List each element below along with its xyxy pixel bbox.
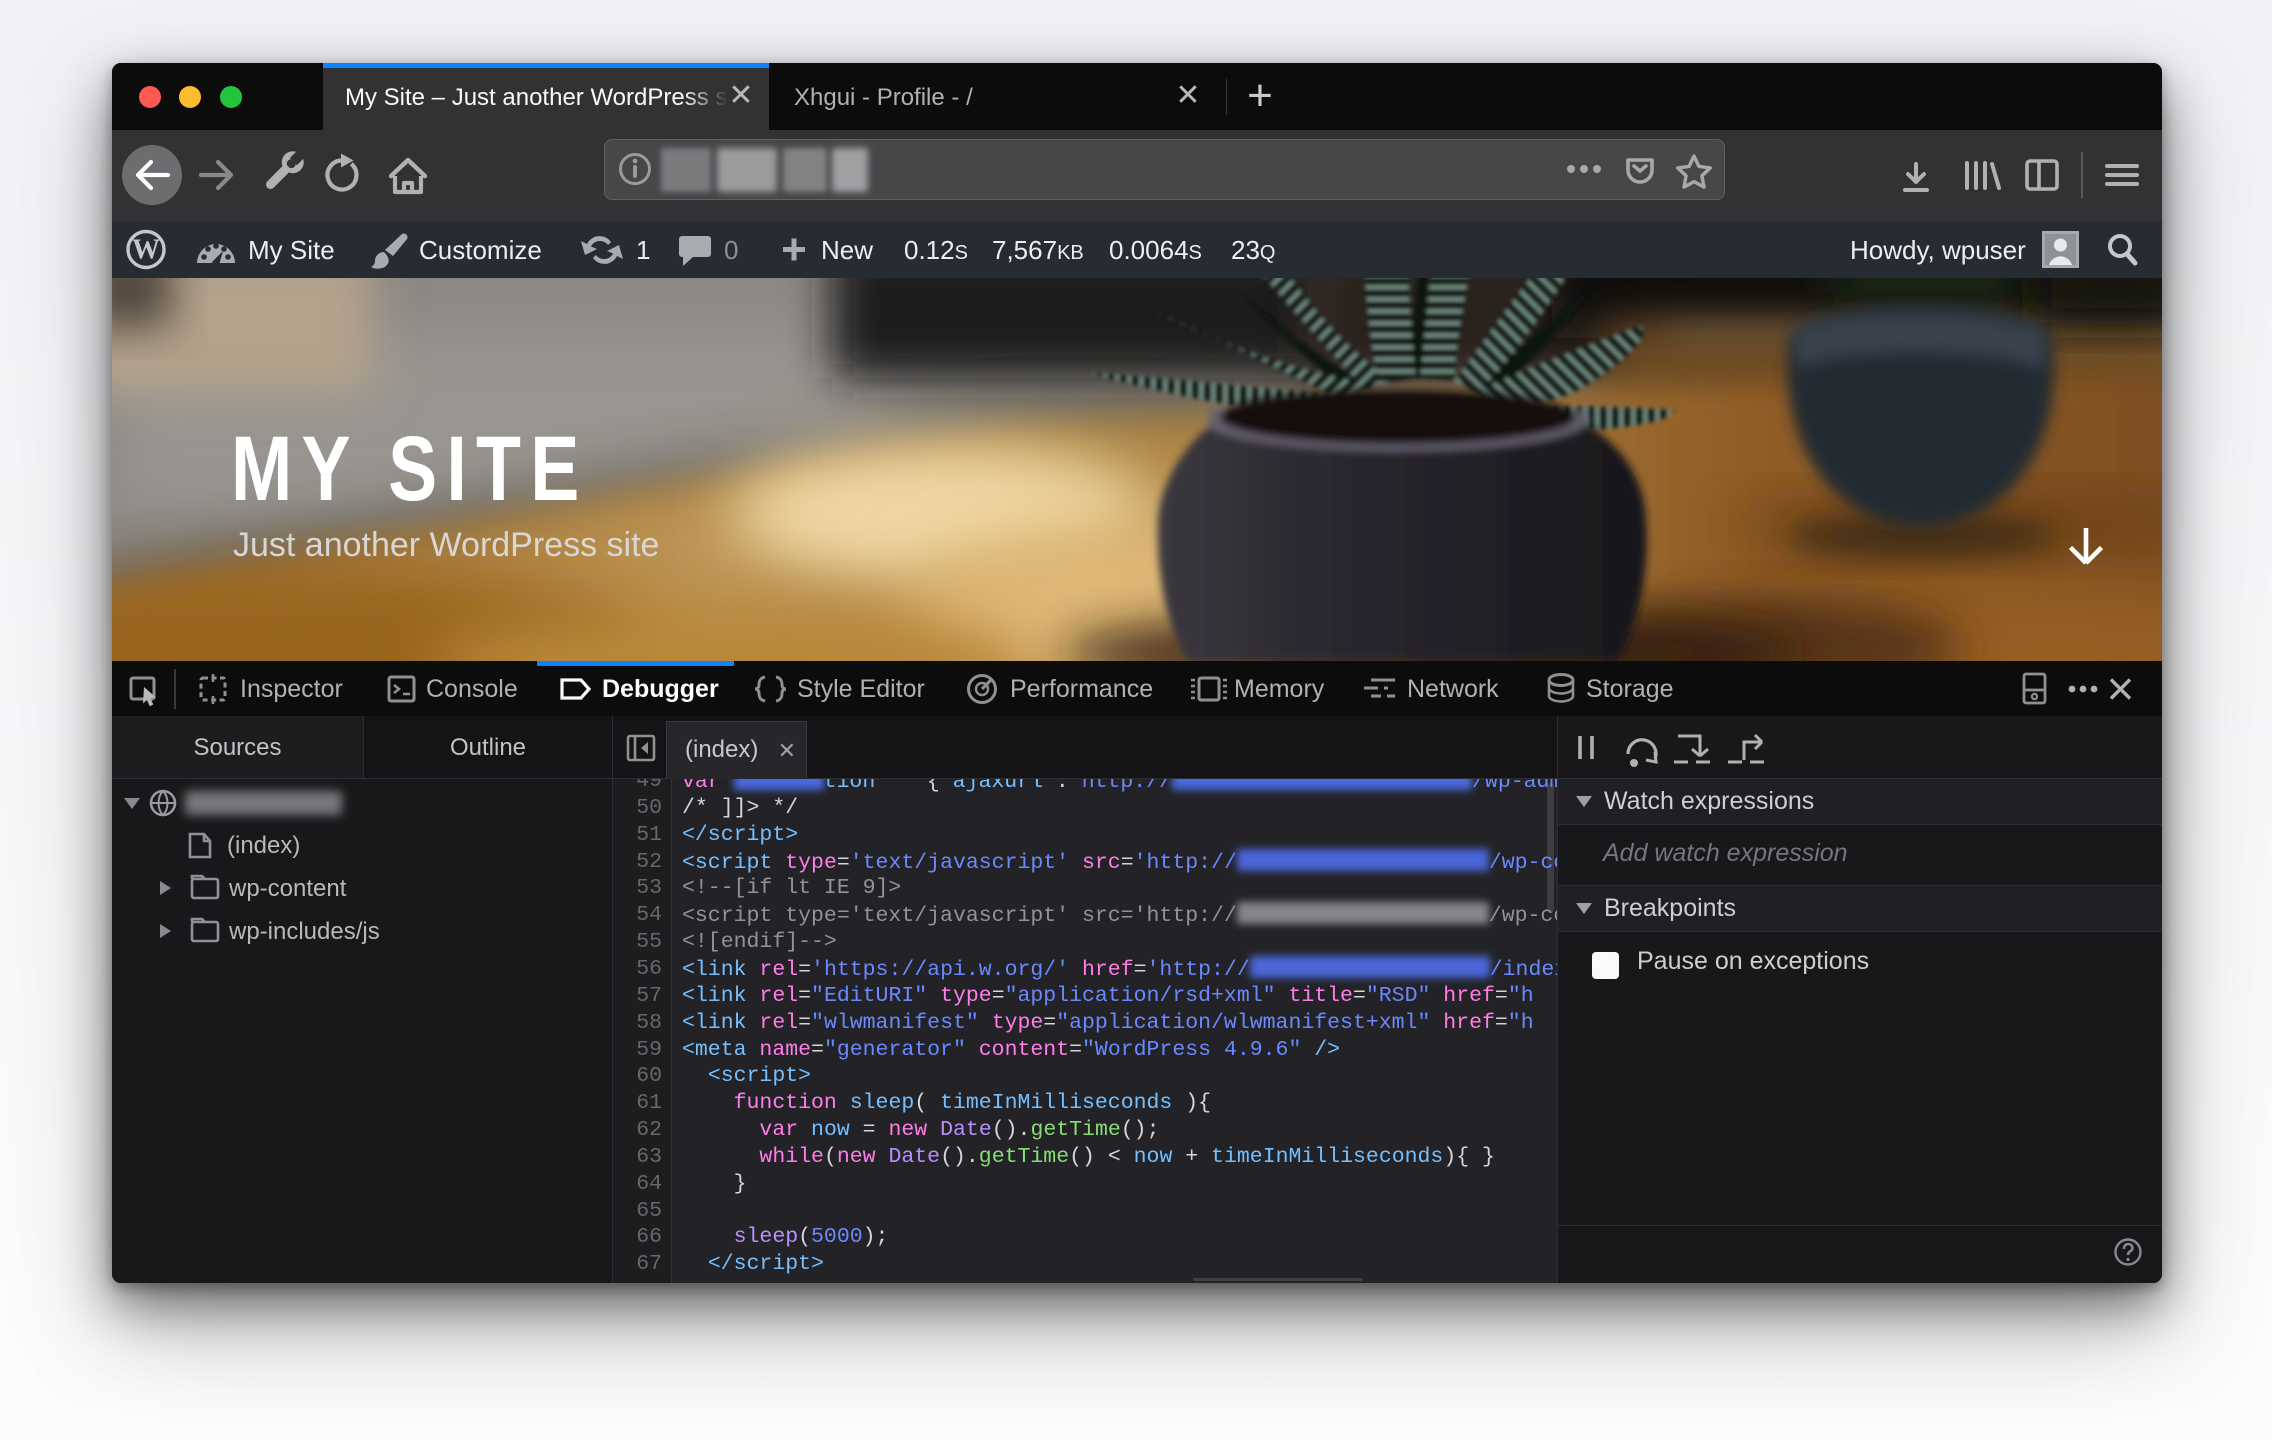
svg-text:W: W	[132, 235, 160, 266]
